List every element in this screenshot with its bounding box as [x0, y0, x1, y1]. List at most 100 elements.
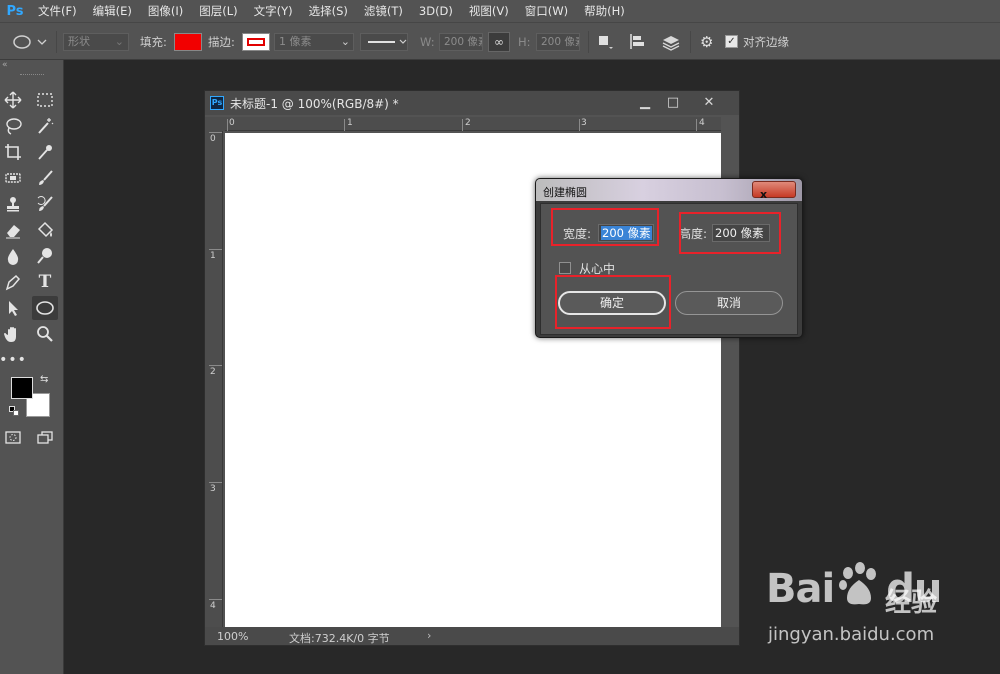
menu-filter[interactable]: 滤镜(T)	[356, 3, 411, 19]
history-brush-tool[interactable]	[32, 192, 58, 216]
hand-tool[interactable]	[0, 322, 26, 346]
settings-button[interactable]: ⚙	[700, 32, 718, 52]
brush-tool[interactable]	[32, 166, 58, 190]
annotation-box-width	[551, 208, 659, 246]
dodge-tool[interactable]	[32, 244, 58, 268]
menu-type[interactable]: 文字(Y)	[246, 3, 301, 19]
close-icon: ✕	[703, 95, 715, 110]
ruler-tick	[344, 119, 345, 131]
dialog-titlebar[interactable]: 创建椭圆 x	[536, 179, 802, 201]
ruler-label: 4	[699, 118, 705, 128]
quick-mask-icon	[5, 431, 21, 444]
horizontal-ruler[interactable]: 0 1 2 3 4	[225, 117, 721, 131]
vertical-ruler[interactable]: 0 1 2 3 4	[205, 131, 223, 627]
panel-collapse-icon[interactable]: «	[2, 60, 8, 70]
default-colors-icon[interactable]	[9, 406, 19, 416]
magic-wand-icon	[38, 118, 54, 134]
pen-tool[interactable]	[0, 270, 26, 294]
link-dimensions-button[interactable]: ∞	[488, 32, 510, 52]
stroke-swatch-icon	[247, 38, 265, 46]
crop-icon	[5, 144, 21, 160]
edit-toolbar-button[interactable]: •••	[0, 348, 26, 372]
marquee-tool[interactable]	[32, 88, 58, 112]
chevron-right-icon[interactable]: ›	[427, 629, 431, 642]
align-left-icon	[630, 34, 644, 49]
fill-color-swatch[interactable]	[174, 33, 202, 51]
path-arrangement-button[interactable]	[660, 32, 682, 52]
crop-tool[interactable]	[0, 140, 26, 164]
dialog-close-button[interactable]: x	[752, 181, 796, 201]
divider	[56, 31, 57, 53]
brush-icon	[39, 170, 53, 185]
watermark-url: jingyan.baidu.com	[768, 624, 935, 645]
menu-select[interactable]: 选择(S)	[301, 3, 356, 19]
menu-image[interactable]: 图像(I)	[140, 3, 191, 19]
stroke-width-field[interactable]: 1 像素 ⌄	[274, 33, 354, 51]
zoom-level[interactable]: 100%	[217, 630, 248, 643]
ruler-tick	[209, 482, 222, 483]
menu-help[interactable]: 帮助(H)	[576, 3, 633, 19]
foreground-color[interactable]	[11, 377, 33, 399]
menu-view[interactable]: 视图(V)	[461, 3, 517, 19]
stroke-style-select[interactable]	[360, 33, 408, 51]
stroke-label: 描边:	[208, 35, 235, 49]
minimize-button[interactable]: ▁	[633, 94, 657, 112]
status-bar: 100% 文档:732.4K/0 字节 ›	[205, 627, 739, 645]
document-window: Ps 未标题-1 @ 100%(RGB/8#) * ▁ □ ✕ 0 1 2 3 …	[204, 90, 740, 646]
path-selection-tool[interactable]	[0, 296, 26, 320]
panel-grip[interactable]	[20, 74, 44, 76]
paint-bucket-tool[interactable]	[32, 218, 58, 242]
h-label: H:	[518, 35, 531, 49]
type-tool[interactable]: T	[32, 270, 58, 294]
close-document-button[interactable]: ✕	[697, 94, 721, 112]
menu-file[interactable]: 文件(F)	[30, 3, 85, 19]
ruler-tick	[579, 119, 580, 131]
cancel-button[interactable]: 取消	[675, 291, 783, 315]
dodge-icon	[37, 248, 52, 264]
healing-brush-tool[interactable]	[0, 166, 26, 190]
tool-preset-picker[interactable]	[10, 33, 50, 51]
from-center-checkbox[interactable]	[559, 262, 571, 274]
lasso-tool[interactable]	[0, 114, 26, 138]
document-titlebar[interactable]: Ps 未标题-1 @ 100%(RGB/8#) * ▁ □ ✕	[205, 91, 739, 115]
path-alignment-button[interactable]	[628, 32, 648, 52]
stroke-color-swatch[interactable]	[242, 33, 270, 51]
magic-wand-tool[interactable]	[32, 114, 58, 138]
photoshop-window: Ps 文件(F) 编辑(E) 图像(I) 图层(L) 文字(Y) 选择(S) 滤…	[0, 0, 1000, 674]
screen-mode-button[interactable]	[32, 426, 58, 450]
annotation-box-ok	[555, 275, 671, 329]
menu-3d[interactable]: 3D(D)	[411, 4, 461, 18]
eraser-tool[interactable]	[0, 218, 26, 242]
watermark-logo-bai: Bai	[766, 566, 835, 612]
zoom-tool[interactable]	[32, 322, 58, 346]
eyedropper-tool[interactable]	[32, 140, 58, 164]
swap-colors-icon[interactable]: ⇆	[40, 374, 48, 385]
move-tool[interactable]	[0, 88, 26, 112]
align-edges-checkbox[interactable]: ✓	[725, 35, 738, 48]
width-field[interactable]: 200 像素	[439, 33, 483, 51]
ruler-tick	[696, 119, 697, 131]
menu-window[interactable]: 窗口(W)	[517, 3, 576, 19]
mode-select[interactable]: 形状 ⌄	[63, 33, 129, 51]
clone-stamp-tool[interactable]	[0, 192, 26, 216]
ruler-origin[interactable]	[205, 117, 225, 131]
ellipse-tool[interactable]	[32, 296, 58, 320]
stack-layers-icon	[662, 36, 680, 51]
eraser-icon	[6, 225, 20, 239]
menu-layer[interactable]: 图层(L)	[191, 3, 245, 19]
maximize-button[interactable]: □	[661, 94, 685, 112]
menu-edit[interactable]: 编辑(E)	[85, 3, 140, 19]
ruler-tick	[209, 365, 222, 366]
document-size-info[interactable]: 文档:732.4K/0 字节	[289, 630, 390, 646]
quick-mask-button[interactable]	[0, 426, 26, 450]
align-edges-label: 对齐边缘	[743, 35, 789, 49]
height-field[interactable]: 200 像素	[536, 33, 580, 51]
options-bar: 形状 ⌄ 填充: 描边: 1 像素 ⌄ W: 200 像素 ∞ H: 200 像…	[0, 22, 1000, 60]
baidu-paw-icon	[839, 562, 876, 605]
ruler-tick	[209, 599, 222, 600]
blur-tool[interactable]	[0, 244, 26, 268]
path-operations-button[interactable]	[596, 32, 614, 52]
lasso-icon	[6, 118, 22, 135]
magnifier-icon	[37, 326, 53, 342]
water-drop-icon	[7, 249, 19, 265]
